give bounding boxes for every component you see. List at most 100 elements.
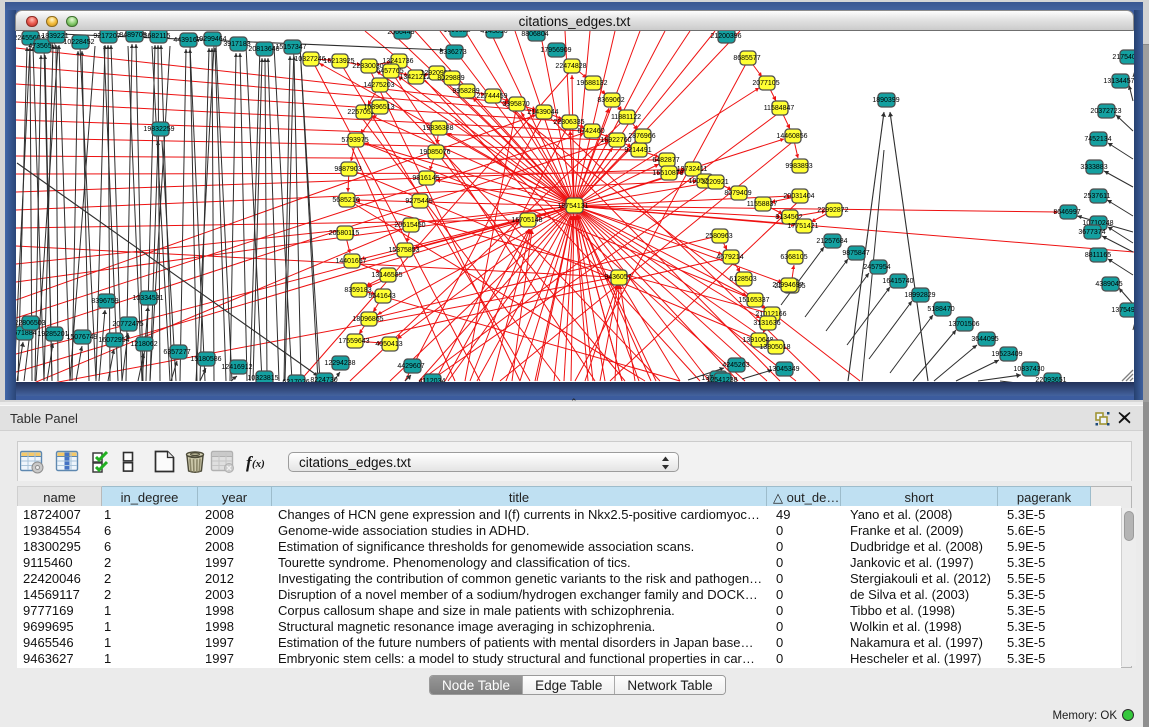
svg-text:14275203: 14275203 bbox=[363, 82, 394, 89]
svg-text:13754919: 13754919 bbox=[1111, 307, 1134, 314]
svg-text:22806503: 22806503 bbox=[16, 320, 46, 327]
svg-text:9875847: 9875847 bbox=[842, 250, 869, 257]
svg-text:11584847: 11584847 bbox=[764, 105, 795, 112]
svg-text:3333883: 3333883 bbox=[1080, 164, 1107, 171]
svg-text:8685577: 8685577 bbox=[733, 55, 760, 62]
svg-text:16072954: 16072954 bbox=[98, 337, 129, 344]
svg-text:19299464: 19299464 bbox=[195, 36, 226, 43]
svg-text:6482877: 6482877 bbox=[652, 157, 679, 164]
svg-text:6217026: 6217026 bbox=[282, 379, 309, 382]
svg-text:22992872: 22992872 bbox=[817, 207, 848, 214]
svg-text:5793975: 5793975 bbox=[341, 137, 368, 144]
svg-text:16415740: 16415740 bbox=[882, 278, 913, 285]
svg-text:21257684: 21257684 bbox=[816, 238, 847, 245]
svg-text:5682115: 5682115 bbox=[144, 33, 171, 40]
svg-text:22306335: 22306335 bbox=[553, 119, 584, 126]
svg-text:17956909: 17956909 bbox=[540, 47, 571, 54]
svg-text:1218062: 1218062 bbox=[130, 341, 157, 348]
svg-text:5641643: 5641643 bbox=[368, 293, 395, 300]
svg-text:13045349: 13045349 bbox=[768, 366, 799, 373]
svg-text:19085076: 19085076 bbox=[419, 149, 450, 156]
svg-text:20994697: 20994697 bbox=[772, 282, 803, 289]
svg-text:7452134: 7452134 bbox=[1084, 136, 1111, 143]
svg-text:22093651: 22093651 bbox=[1035, 377, 1066, 382]
svg-text:8811165: 8811165 bbox=[1085, 252, 1111, 259]
svg-text:4389045: 4389045 bbox=[1095, 281, 1122, 288]
svg-text:2876966: 2876966 bbox=[628, 133, 655, 140]
svg-text:12541238: 12541238 bbox=[706, 377, 737, 382]
svg-text:2077105: 2077105 bbox=[752, 80, 779, 87]
svg-text:8224730: 8224730 bbox=[310, 377, 337, 382]
svg-text:1890399: 1890399 bbox=[872, 97, 899, 104]
svg-text:8079409: 8079409 bbox=[724, 190, 751, 197]
svg-text:13805018: 13805018 bbox=[759, 344, 790, 351]
svg-text:11558837: 11558837 bbox=[747, 201, 778, 208]
svg-text:19523409: 19523409 bbox=[991, 351, 1022, 358]
svg-text:15375853: 15375853 bbox=[388, 247, 419, 254]
svg-text:14401657: 14401657 bbox=[335, 258, 366, 265]
svg-text:13732411: 13732411 bbox=[677, 166, 708, 173]
svg-text:10323815: 10323815 bbox=[247, 375, 278, 382]
svg-text:16705148: 16705148 bbox=[511, 217, 542, 224]
svg-text:20772475: 20772475 bbox=[112, 321, 143, 328]
svg-text:3220921: 3220921 bbox=[701, 179, 728, 186]
svg-text:6128503: 6128503 bbox=[729, 276, 756, 283]
svg-text:4143890: 4143890 bbox=[480, 31, 507, 35]
svg-text:21200396: 21200396 bbox=[710, 33, 741, 40]
svg-text:2537611: 2537611 bbox=[1084, 193, 1111, 200]
svg-text:2457954: 2457954 bbox=[863, 264, 890, 271]
svg-text:10837430: 10837430 bbox=[1013, 366, 1044, 373]
svg-text:4245263: 4245263 bbox=[722, 362, 749, 369]
svg-text:9983893: 9983893 bbox=[785, 163, 812, 170]
svg-text:21754078: 21754078 bbox=[1112, 54, 1134, 61]
svg-text:8646997: 8646997 bbox=[1053, 209, 1080, 216]
svg-text:20372723: 20372723 bbox=[1090, 108, 1121, 115]
svg-text:5685216: 5685216 bbox=[332, 197, 359, 204]
svg-text:7671884: 7671884 bbox=[16, 330, 37, 337]
svg-text:22744459: 22744459 bbox=[476, 93, 507, 100]
svg-text:8806804: 8806804 bbox=[521, 31, 548, 38]
svg-text:(x): (x) bbox=[252, 458, 265, 470]
svg-text:12294238: 12294238 bbox=[324, 360, 355, 367]
svg-text:4735650: 4735650 bbox=[28, 43, 55, 50]
svg-text:9436057: 9436057 bbox=[604, 274, 631, 281]
svg-text:6368105: 6368105 bbox=[780, 254, 807, 261]
svg-text:19832259: 19832259 bbox=[143, 126, 174, 133]
svg-text:18922760: 18922760 bbox=[600, 137, 631, 144]
svg-text:13134457: 13134457 bbox=[1103, 78, 1134, 85]
svg-text:8369062: 8369062 bbox=[597, 97, 624, 104]
svg-text:9214491: 9214491 bbox=[624, 147, 651, 154]
svg-text:18992829: 18992829 bbox=[904, 292, 935, 299]
svg-text:21439044: 21439044 bbox=[527, 109, 558, 116]
svg-text:9217207: 9217207 bbox=[93, 33, 120, 40]
svg-text:3917183: 3917183 bbox=[223, 41, 250, 48]
svg-text:11881122: 11881122 bbox=[611, 114, 641, 121]
svg-text:15076749: 15076749 bbox=[66, 334, 97, 341]
svg-text:9887903: 9887903 bbox=[334, 166, 361, 173]
svg-text:2580963: 2580963 bbox=[705, 233, 732, 240]
svg-text:22474828: 22474828 bbox=[555, 63, 586, 70]
svg-text:18754131: 18754131 bbox=[557, 203, 588, 210]
svg-text:16213925: 16213925 bbox=[323, 58, 354, 65]
svg-text:4679214: 4679214 bbox=[716, 254, 743, 261]
svg-text:6357277: 6357277 bbox=[163, 349, 190, 356]
svg-text:17559643: 17559643 bbox=[338, 338, 369, 345]
svg-text:4429607: 4429607 bbox=[397, 363, 424, 370]
svg-text:13146585: 13146585 bbox=[371, 272, 402, 279]
svg-text:6742460: 6742460 bbox=[577, 128, 604, 135]
svg-text:8489709: 8489709 bbox=[119, 32, 146, 39]
svg-text:3644095: 3644095 bbox=[971, 336, 998, 343]
svg-text:10327246: 10327246 bbox=[294, 56, 325, 63]
svg-text:3131636: 3131636 bbox=[753, 320, 780, 327]
svg-text:14460856: 14460856 bbox=[776, 133, 807, 140]
svg-text:4050413: 4050413 bbox=[375, 341, 402, 348]
svg-text:16396513: 16396513 bbox=[363, 104, 394, 111]
svg-text:8336273: 8336273 bbox=[439, 49, 466, 56]
svg-text:1999828: 1999828 bbox=[443, 31, 470, 34]
svg-text:15157347: 15157347 bbox=[275, 44, 306, 51]
svg-text:4112034: 4112034 bbox=[419, 378, 446, 382]
svg-text:9275445: 9275445 bbox=[405, 198, 432, 205]
svg-text:8029889: 8029889 bbox=[437, 75, 464, 82]
svg-text:15180586: 15180586 bbox=[190, 356, 221, 363]
svg-text:17751421: 17751421 bbox=[787, 223, 818, 230]
